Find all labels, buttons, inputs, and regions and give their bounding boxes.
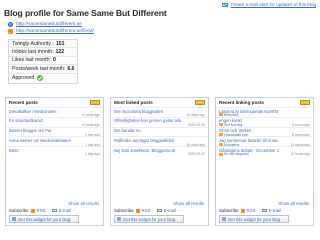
post-title-link[interactable]: Dekalkalkar i Medicinalen — [9, 109, 56, 114]
globe-icon — [8, 22, 13, 27]
stat-posts: Posts/week last month: 6.6 — [9, 65, 77, 74]
rss-icon[interactable] — [135, 208, 140, 213]
list-item[interactable]: En standardkaract 6 hours ago — [6, 116, 103, 127]
post-title-link[interactable]: Bietz — [9, 148, 18, 153]
post-title-link[interactable]: Det handar nu — [114, 128, 141, 133]
email-icon[interactable] — [51, 208, 57, 213]
stat-approved-label: Approved — [12, 75, 35, 82]
post-time: 1 day ago — [85, 152, 100, 157]
stat-likes: Likes last month: 0 — [9, 57, 77, 66]
post-list: Läsarna är bibringarnas Kornfät Bella Alf… — [216, 107, 313, 156]
blog-feed-row: http://samesamebutdifferent.se/feed/ — [8, 29, 94, 34]
list-item[interactable]: Anna Semer om Medicinalrelaten 1 day ago — [6, 136, 103, 147]
list-item[interactable]: engen konkt Slut konstigt 6 hours ago — [216, 116, 313, 127]
email-link[interactable]: E-mail — [269, 208, 281, 213]
panel-title: Most linked posts — [114, 100, 153, 106]
post-title-link[interactable]: Rullbolen anmägar bloggvärlden — [114, 138, 174, 143]
post-list: Dekalkalkar i Medicinalen 6 hours ago En … — [6, 107, 103, 156]
get-widget-label: Get this widget for your blog — [228, 216, 281, 222]
post-list: Den fuccoloria bloggvallen 10 days ago Of… — [111, 107, 208, 156]
post-title-link[interactable]: Den fuccoloria bloggvallen — [114, 109, 163, 114]
list-item[interactable]: Ohne och Verken Högsmigalt com 6 hours ago — [216, 126, 313, 137]
stats-box: Twingly Authority : 151 Inlinks last mon… — [8, 39, 78, 85]
subscribe-row: Subscribe RSS E-mail — [219, 208, 281, 213]
blog-feed-link[interactable]: http://samesamebutdifferent.se/feed/ — [16, 29, 94, 34]
widget-icon — [222, 217, 226, 221]
recent-linking-posts-panel: Recent linking posts Läsarna är bibringa… — [215, 97, 314, 226]
rss-link[interactable]: RSS — [247, 208, 256, 213]
list-item[interactable]: Jag sommenar läsarde till Anna Mondetiss 1… — [216, 136, 313, 147]
post-source-link[interactable]: En sax fangmed — [224, 152, 249, 156]
list-item[interactable]: Bietz 1 day ago — [6, 146, 103, 156]
show-all-results-link[interactable]: Show all results — [68, 201, 99, 206]
panel-title: Recent posts — [9, 100, 38, 106]
most-linked-posts-panel: Most linked posts Den fuccoloria bloggva… — [110, 97, 209, 226]
show-all-results-link[interactable]: Show all results — [278, 201, 309, 206]
list-item[interactable]: Nej Dan Josefsson: Bloggarna är 2009-02-0… — [111, 146, 208, 156]
stat-approved: Approved — [9, 74, 77, 84]
get-widget-label: Get this widget for your blog — [123, 216, 176, 222]
list-item[interactable]: Rullbolen anmägar bloggvärlden 10 days ag… — [111, 136, 208, 147]
stat-likes-value: 0 — [52, 57, 56, 64]
create-email-alert-link[interactable]: Create e-mail alert for updates of this … — [222, 2, 316, 7]
list-item[interactable]: Offentligheten kan gemen gaiter alla 2009… — [111, 116, 208, 127]
blog-source-icon — [219, 152, 223, 156]
email-icon[interactable] — [156, 208, 162, 213]
get-widget-button[interactable]: Get this widget for your blog — [9, 215, 79, 223]
blog-url-row: http://samesamebutdifferent.se — [8, 22, 82, 27]
get-widget-button[interactable]: Get this widget for your blog — [114, 215, 184, 223]
stat-inlinks: Inlinks last month: 122 — [9, 48, 77, 57]
post-title-link[interactable]: En standardkaract — [9, 118, 43, 123]
list-item[interactable]: Gårdagens debatt - December 1 En sax fang… — [216, 146, 313, 156]
twingly-badge-icon — [90, 99, 100, 105]
approved-check-icon — [37, 75, 44, 82]
post-title-link[interactable]: Bosset bloggar om Par — [9, 128, 52, 133]
stat-authority: Twingly Authority : 151 — [9, 40, 77, 49]
email-alert-icon — [222, 2, 229, 7]
show-all-results-link[interactable]: Show all results — [173, 201, 204, 206]
get-widget-button[interactable]: Get this widget for your blog — [219, 215, 289, 223]
rss-icon[interactable] — [240, 208, 245, 213]
rss-icon[interactable] — [30, 208, 35, 213]
post-title-link[interactable]: Anna Semer om Medicinalrelaten — [9, 138, 71, 143]
page-title: Blog profile for Same Same But Different — [4, 8, 167, 18]
email-link[interactable]: E-mail — [164, 208, 176, 213]
widget-icon — [12, 217, 16, 221]
rss-icon — [8, 29, 13, 34]
subscribe-label: Subscribe — [9, 208, 29, 213]
recent-posts-panel: Recent posts Dekalkalkar i Medicinalen 6 … — [5, 97, 104, 226]
post-time: 2009-02-06 — [187, 152, 205, 157]
subscribe-row: Subscribe RSS E-mail — [9, 208, 71, 213]
email-icon[interactable] — [261, 208, 267, 213]
blog-url-link[interactable]: http://samesamebutdifferent.se — [16, 22, 82, 27]
list-item[interactable]: Läsarna är bibringarnas Kornfät Bella Alf… — [216, 107, 313, 117]
twingly-badge-icon — [195, 99, 205, 105]
stat-posts-label: Posts/week last month: — [12, 65, 66, 72]
subscribe-row: Subscribe RSS E-mail — [114, 208, 176, 213]
stat-authority-value: 151 — [55, 40, 65, 47]
get-widget-label: Get this widget for your blog — [18, 216, 71, 222]
subscribe-label: Subscribe — [114, 208, 134, 213]
create-email-alert-label[interactable]: Create e-mail alert for updates of this … — [230, 2, 316, 7]
stat-inlinks-label: Inlinks last month: — [12, 49, 54, 56]
twingly-badge-icon — [300, 99, 310, 105]
list-item[interactable]: Bosset bloggar om Par 1 day ago — [6, 126, 103, 137]
stat-likes-label: Likes last month: — [12, 57, 51, 64]
list-item[interactable]: Dekalkalkar i Medicinalen 6 hours ago — [6, 107, 103, 117]
subscribe-label: Subscribe — [219, 208, 239, 213]
rss-link[interactable]: RSS — [37, 208, 46, 213]
post-title-link[interactable]: Offentligheten kan gemen gaiter alla — [114, 118, 181, 123]
stat-inlinks-value: 122 — [55, 49, 65, 56]
stat-authority-label: Twingly Authority : — [12, 40, 54, 47]
panel-title: Recent linking posts — [219, 100, 264, 106]
stat-posts-value: 6.6 — [67, 65, 75, 72]
post-time: 10 hours ago — [290, 152, 310, 157]
widget-icon — [117, 217, 121, 221]
email-link[interactable]: E-mail — [59, 208, 71, 213]
post-title-link[interactable]: Nej Dan Josefsson: Bloggarna är — [114, 148, 175, 153]
list-item[interactable]: Det handar nu — [111, 126, 208, 137]
list-item[interactable]: Den fuccoloria bloggvallen 10 days ago — [111, 107, 208, 117]
rss-link[interactable]: RSS — [142, 208, 151, 213]
